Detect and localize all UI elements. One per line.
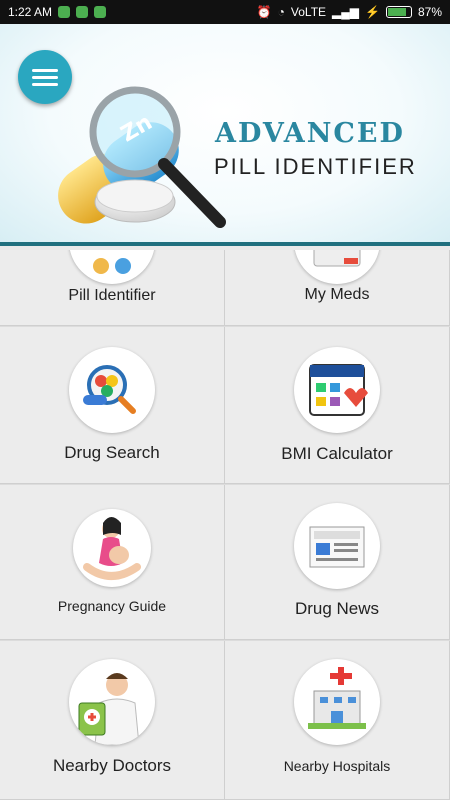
newspaper-icon <box>294 503 380 589</box>
battery-icon <box>385 6 412 18</box>
battery-percent: 87% <box>417 5 442 19</box>
charging-icon: ⚡ <box>365 5 380 19</box>
tile-drug-search[interactable]: Drug Search <box>0 327 225 484</box>
network-type: VoLTE <box>290 5 327 19</box>
calendar-icon <box>294 250 380 284</box>
status-bar: 1:22 AM ⏰ ◔ VoLTE ▂▄▆ ⚡ 87% <box>0 0 450 24</box>
tile-nearby-hospitals[interactable]: Nearby Hospitals <box>225 641 450 800</box>
tile-label: Pregnancy Guide <box>57 598 167 614</box>
tile-label: Drug News <box>294 599 380 618</box>
shield-notification-icon <box>58 6 71 18</box>
android-notification-icon <box>76 6 89 18</box>
app-title-line1: ADVANCED <box>215 118 405 149</box>
tile-my-meds[interactable]: My Meds <box>225 250 450 326</box>
tile-label: BMI Calculator <box>281 444 393 463</box>
tile-drug-news[interactable]: Drug News <box>225 485 450 640</box>
status-time: 1:22 AM <box>8 5 53 19</box>
pregnancy-icon <box>73 509 151 587</box>
hamburger-icon <box>32 68 58 72</box>
hospital-icon <box>294 659 380 745</box>
doctor-icon <box>69 659 155 745</box>
pill-magnifier-logo: Zn <box>58 86 226 228</box>
menu-button[interactable] <box>18 50 72 104</box>
wifi-icon: ◔ <box>277 5 285 19</box>
tile-label: Pill Identifier <box>68 287 156 304</box>
app-header-banner: Zn ADVANCED PILL IDENTIFIER <box>0 24 450 246</box>
app-title-line2: PILL IDENTIFIER <box>214 154 417 179</box>
pill-icon <box>69 250 155 284</box>
android-notification-icon <box>94 6 107 18</box>
tile-label: Nearby Doctors <box>52 756 172 775</box>
tile-label: Nearby Hospitals <box>283 758 391 774</box>
tile-nearby-doctors[interactable]: Nearby Doctors <box>0 641 225 800</box>
feature-grid: Pill Identifier My Meds Drug Search BMI … <box>0 250 450 800</box>
tile-pregnancy-guide[interactable]: Pregnancy Guide <box>0 485 225 640</box>
drug-search-icon <box>69 347 155 433</box>
alarm-icon: ⏰ <box>256 5 272 19</box>
tile-bmi-calculator[interactable]: BMI Calculator <box>225 327 450 484</box>
bmi-calculator-icon <box>294 347 380 433</box>
signal-icon: ▂▄▆ <box>332 5 360 19</box>
tile-label: Drug Search <box>64 443 160 462</box>
tile-label: My Meds <box>304 286 370 303</box>
tile-pill-identifier[interactable]: Pill Identifier <box>0 250 225 326</box>
